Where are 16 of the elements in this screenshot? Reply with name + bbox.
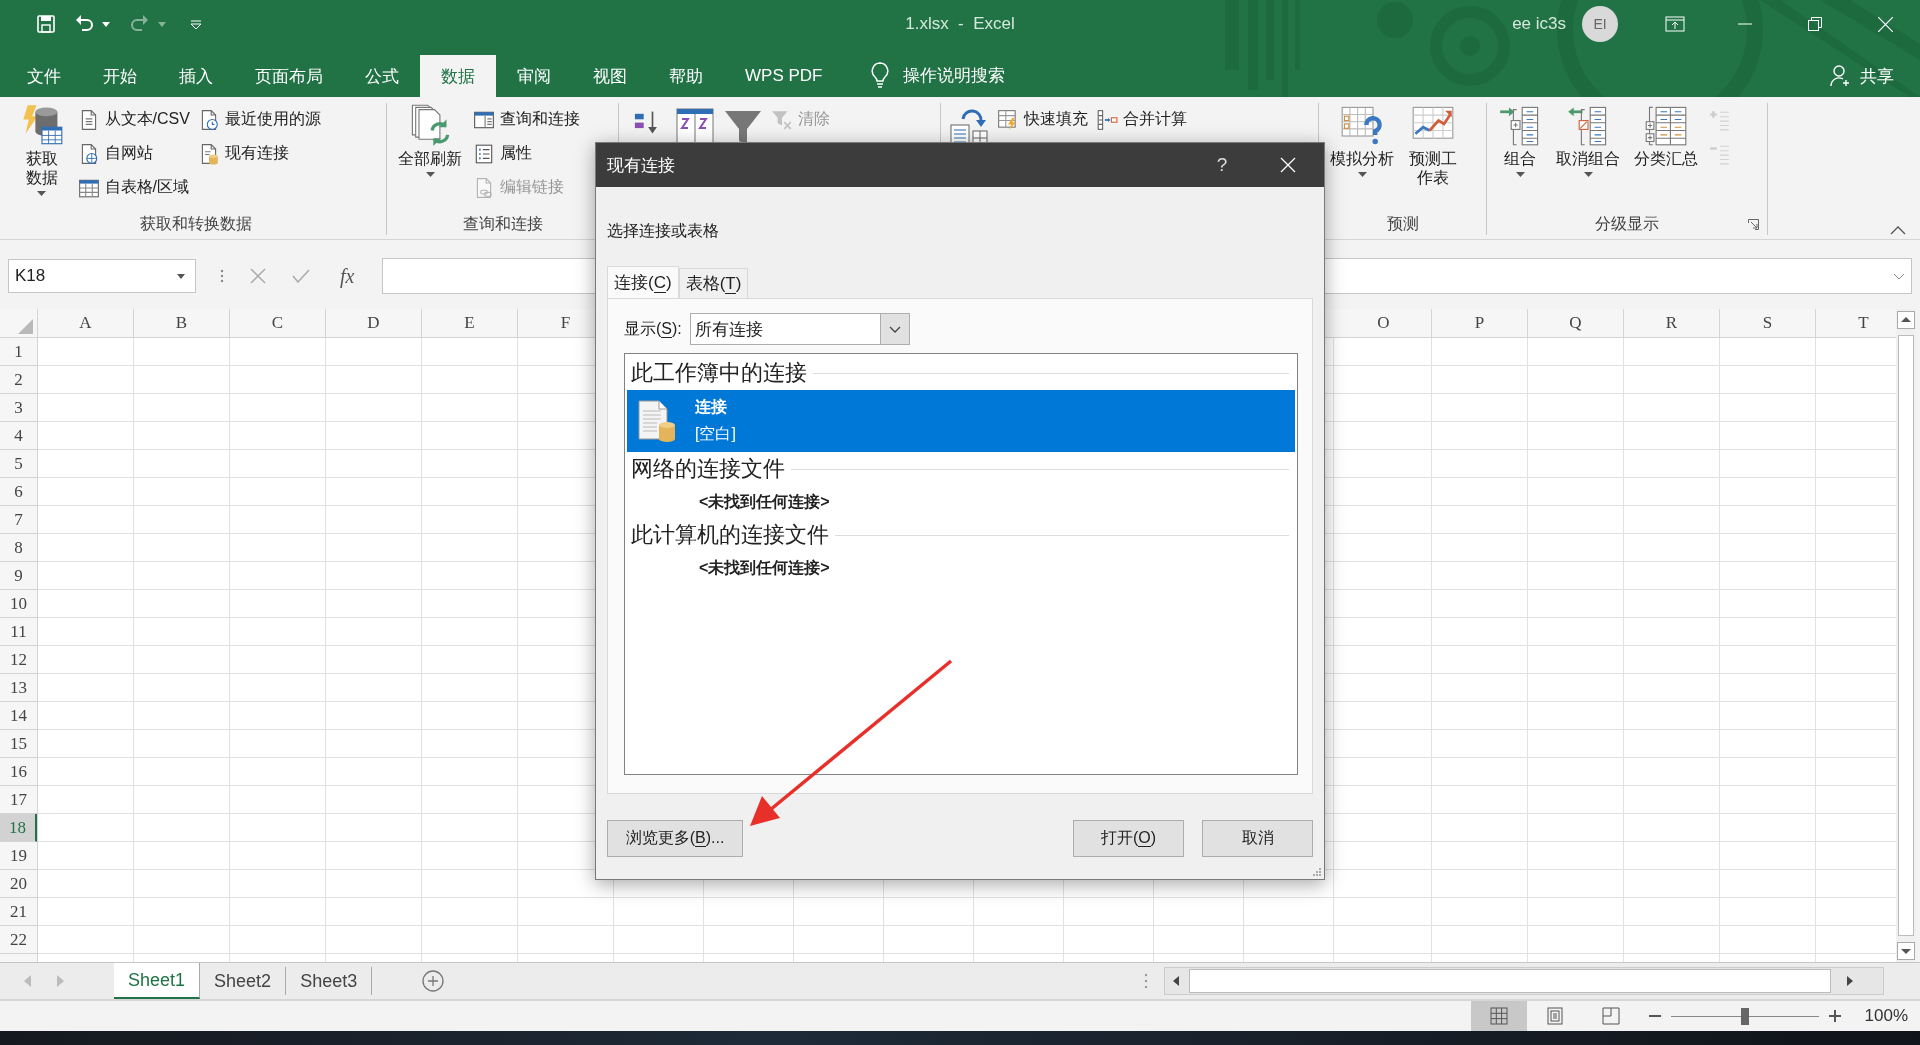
group-label: 获取和转换数据 [140, 213, 252, 234]
group-label: 预测 [1386, 213, 1419, 234]
window-title: 1.xlsx - Excel [905, 14, 1015, 34]
empty-message: <未找到任何连接> [698, 492, 831, 512]
section-heading: 网络的连接文件 [631, 455, 785, 483]
section-heading: 此工作簿中的连接 [631, 359, 807, 387]
connection-description: [空白] [695, 424, 736, 444]
dialog-title: 现有连接 [607, 154, 676, 177]
user-name: ee ic3s [1512, 14, 1566, 34]
group-label: 分级显示 [1595, 213, 1659, 234]
group-label: 查询和连接 [462, 213, 543, 234]
show-label: 显示(S): [624, 318, 682, 340]
empty-message: <未找到任何连接> [698, 558, 831, 578]
connection-name: 连接 [695, 397, 728, 417]
dialog-prompt: 选择连接或表格 [607, 221, 720, 241]
section-heading: 此计算机的连接文件 [631, 521, 829, 549]
